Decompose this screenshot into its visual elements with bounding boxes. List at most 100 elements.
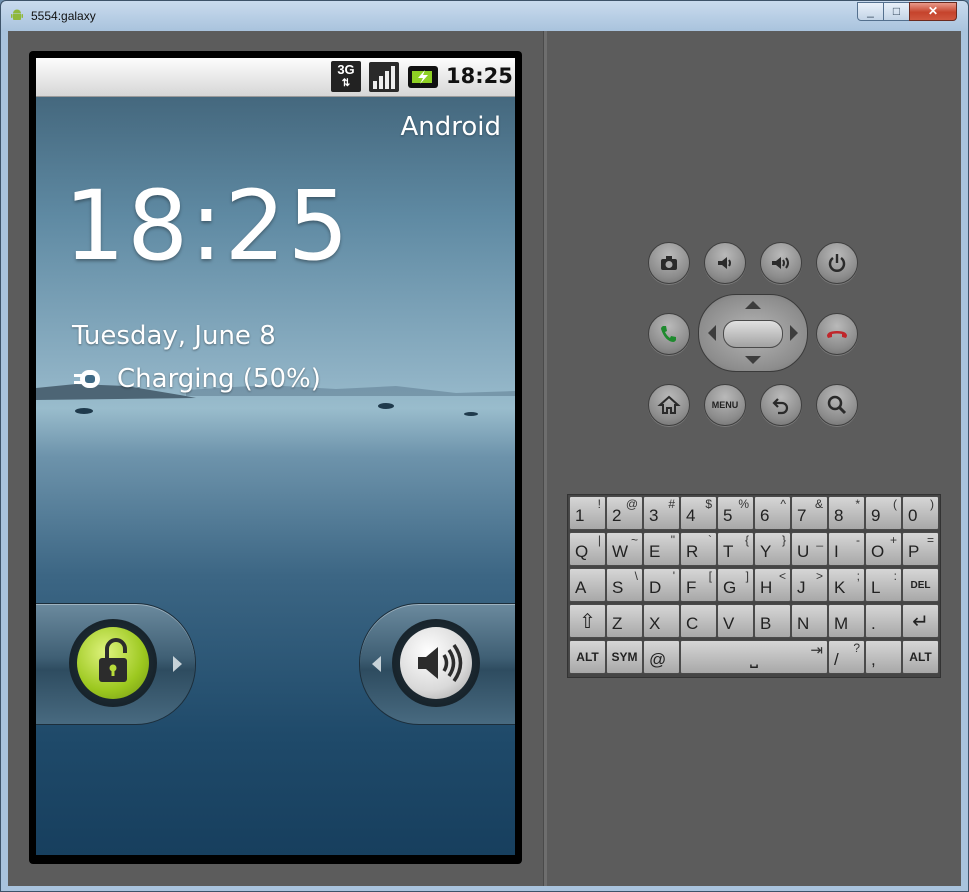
- shift-key[interactable]: ⇧: [569, 604, 606, 638]
- key-shift-label: @: [625, 497, 638, 511]
- key-shift-label: &: [814, 497, 823, 511]
- hardware-keyboard: 1! 2 @3 #4 $5% 6 ^ 7 & 8 * 9(0) Q | W ~ E " R ` T{Y} U _ I - O + P =…: [567, 494, 941, 678]
- dpad[interactable]: [698, 294, 808, 372]
- android-icon: [11, 9, 23, 20]
- call-button[interactable]: [648, 313, 690, 355]
- dpad-center-button[interactable]: [723, 320, 783, 348]
- key-1[interactable]: 1!: [569, 496, 606, 530]
- phone-screen[interactable]: 3G ⇅ 18:25 Android 18:25 Tuesday, June 8…: [36, 58, 515, 855]
- key-h[interactable]: H <: [754, 568, 791, 602]
- key-main-label: 8: [834, 506, 844, 525]
- key-main-label: V: [723, 614, 735, 633]
- dpad-up-icon[interactable]: [745, 301, 761, 309]
- key-main-label: G: [723, 578, 737, 597]
- delete-key[interactable]: DEL: [902, 568, 939, 602]
- key-s[interactable]: S \: [606, 568, 643, 602]
- phone-call-icon: [661, 326, 676, 342]
- key-shift-label: _: [816, 533, 823, 547]
- alt-left-key-label: ALT: [576, 650, 599, 664]
- volume-down-button[interactable]: [704, 242, 746, 284]
- key-main-label: 5: [723, 506, 733, 525]
- key-q[interactable]: Q |: [569, 532, 606, 566]
- dpad-left-icon[interactable]: [708, 325, 716, 341]
- key-b[interactable]: B: [754, 604, 791, 638]
- key-shift-label: -: [856, 533, 860, 547]
- key-2[interactable]: 2 @: [606, 496, 643, 530]
- key-t[interactable]: T{: [717, 532, 754, 566]
- close-button[interactable]: ✕: [909, 2, 957, 21]
- key-k[interactable]: K;: [828, 568, 865, 602]
- key-4[interactable]: 4 $: [680, 496, 717, 530]
- status-bar[interactable]: 3G ⇅ 18:25: [36, 58, 515, 97]
- key-i[interactable]: I-: [828, 532, 865, 566]
- key-main-label: Y: [760, 542, 772, 561]
- at-key[interactable]: @: [643, 640, 680, 674]
- question-label: ?: [853, 641, 860, 655]
- key-u[interactable]: U _: [791, 532, 828, 566]
- camera-icon: [661, 256, 677, 270]
- del-label: DEL: [910, 579, 931, 591]
- key-6[interactable]: 6 ^: [754, 496, 791, 530]
- key-g[interactable]: G]: [717, 568, 754, 602]
- key-0[interactable]: 0): [902, 496, 939, 530]
- unlock-slider-tab[interactable]: [36, 603, 196, 725]
- sym-key-label: SYM: [611, 650, 638, 664]
- key-main-label: U: [797, 542, 810, 561]
- key-f[interactable]: F[: [680, 568, 717, 602]
- key-shift-label: ]: [745, 569, 749, 583]
- dpad-down-icon[interactable]: [745, 356, 761, 364]
- key-c[interactable]: C: [680, 604, 717, 638]
- key-y[interactable]: Y}: [754, 532, 791, 566]
- back-button[interactable]: [760, 384, 802, 426]
- enter-key[interactable]: ↵: [902, 604, 939, 638]
- emulator-client-area: 3G ⇅ 18:25 Android 18:25 Tuesday, June 8…: [8, 31, 961, 886]
- key-p[interactable]: P =: [902, 532, 939, 566]
- comma-key[interactable]: ,: [865, 640, 902, 674]
- key-j[interactable]: J >: [791, 568, 828, 602]
- signal-strength-icon: [369, 62, 399, 92]
- sound-knob[interactable]: [392, 619, 480, 707]
- hardware-controls-panel: MENU 1! 2 @3 #4 $5% 6 ^ 7 & 8 * 9(0) Q | W ~ E " R ` T{Y} U _ I…: [547, 31, 961, 886]
- sym-key[interactable]: SYM: [606, 640, 643, 674]
- title-bar[interactable]: 5554:galaxy _ □ ✕: [1, 1, 968, 31]
- key-z[interactable]: Z: [606, 604, 643, 638]
- volume-up-button[interactable]: [760, 242, 802, 284]
- minimize-button[interactable]: _: [857, 2, 884, 21]
- unlock-knob[interactable]: [69, 619, 157, 707]
- key-x[interactable]: X: [643, 604, 680, 638]
- key-5[interactable]: 5%: [717, 496, 754, 530]
- key-3[interactable]: 3 #: [643, 496, 680, 530]
- key-shift-label: <: [778, 569, 786, 583]
- shift-icon: ⇧: [579, 610, 596, 633]
- alt-right-key[interactable]: ALT: [902, 640, 939, 674]
- home-icon: [657, 395, 681, 414]
- home-button[interactable]: [648, 384, 690, 426]
- power-button[interactable]: [816, 242, 858, 284]
- key-.[interactable]: .: [865, 604, 902, 638]
- menu-button[interactable]: MENU: [704, 384, 746, 426]
- key-l[interactable]: L:: [865, 568, 902, 602]
- key-e[interactable]: E ": [643, 532, 680, 566]
- sound-slider-tab[interactable]: [359, 603, 515, 725]
- key-a[interactable]: A: [569, 568, 606, 602]
- key-m[interactable]: M: [828, 604, 865, 638]
- space-key[interactable]: ⎵ ⇥: [680, 640, 828, 674]
- key-9[interactable]: 9(: [865, 496, 902, 530]
- key-8[interactable]: 8 *: [828, 496, 865, 530]
- key-7[interactable]: 7 &: [791, 496, 828, 530]
- camera-button[interactable]: [648, 242, 690, 284]
- maximize-button[interactable]: □: [883, 2, 910, 21]
- slash-key[interactable]: /?: [828, 640, 865, 674]
- search-button[interactable]: [816, 384, 858, 426]
- alt-left-key[interactable]: ALT: [569, 640, 606, 674]
- key-r[interactable]: R `: [680, 532, 717, 566]
- key-w[interactable]: W ~: [606, 532, 643, 566]
- key-o[interactable]: O +: [865, 532, 902, 566]
- key-main-label: H: [760, 578, 773, 597]
- dpad-right-icon[interactable]: [790, 325, 798, 341]
- key-d[interactable]: D ': [643, 568, 680, 602]
- enter-icon: ↵: [912, 610, 929, 633]
- end-call-button[interactable]: [816, 313, 858, 355]
- key-n[interactable]: N: [791, 604, 828, 638]
- key-v[interactable]: V: [717, 604, 754, 638]
